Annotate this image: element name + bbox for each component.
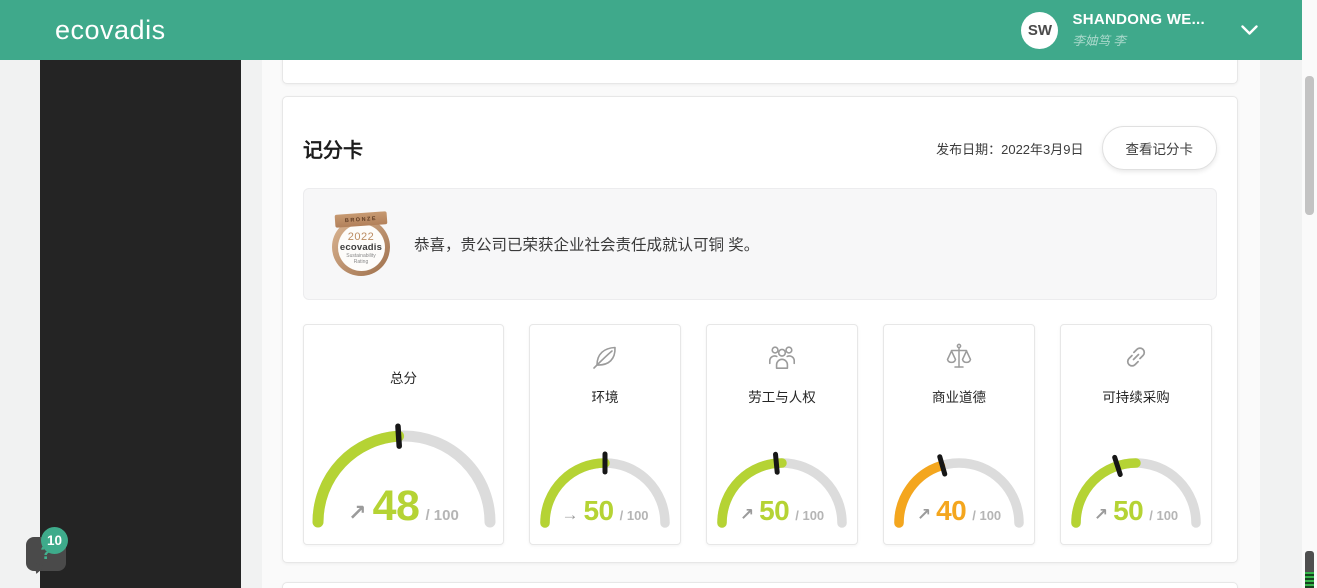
gauge-score: → 50 / 100	[530, 495, 680, 527]
trend-up-icon: ↗	[348, 500, 367, 525]
gauge-card-3: 劳工与人权 ↗ 50 / 100	[706, 324, 858, 545]
gauge-score-max: / 100	[619, 508, 649, 523]
scales-icon	[884, 339, 1034, 375]
help-notification-badge: 10	[41, 527, 68, 554]
gauge-score-value: 50	[1113, 495, 1144, 526]
people-icon	[707, 339, 857, 375]
gauge-needle	[395, 423, 402, 449]
scrollbar-thumb[interactable]	[1305, 76, 1314, 215]
publish-date: 发布日期：2022年3月9日	[936, 141, 1084, 157]
medal-tagline: Sustainability Rating	[346, 252, 376, 265]
scrollbar-track[interactable]	[1302, 0, 1317, 588]
link-icon	[1061, 339, 1211, 375]
trend-up-icon: ↗	[916, 505, 932, 524]
gauge-score-max: / 100	[972, 508, 1002, 523]
ecovadis-dashboard-page: ecovadis SW SHANDONG WE... 李妯笃 李 记分卡 发布日…	[0, 0, 1317, 588]
trend-up-icon: ↗	[739, 505, 755, 524]
scrollbar-green-stripes	[1305, 572, 1314, 588]
gauge-score-max: / 100	[795, 508, 825, 523]
previous-section-card	[282, 60, 1238, 84]
gauge-title: 劳工与人权	[748, 390, 816, 405]
gauge-score: ↗ 50 / 100	[707, 495, 857, 527]
gauge-card-2: 环境 → 50 / 100	[529, 324, 681, 545]
account-subtitle: 李妯笃 李	[1072, 34, 1126, 48]
gauge-title: 环境	[591, 390, 619, 405]
next-section-card	[282, 582, 1238, 588]
gauge-score-value: 48	[372, 482, 420, 530]
gauge-score-max: / 100	[425, 507, 459, 524]
gauge-score-value: 50	[583, 495, 614, 526]
gauge: → 50 / 100	[530, 428, 680, 528]
gauge: ↗ 48 / 100	[304, 420, 503, 532]
leaf-icon	[530, 339, 680, 375]
gauge-title: 商业道德	[932, 390, 986, 405]
account-text: SHANDONG WE... 李妯笃 李	[1072, 11, 1205, 49]
content-area: 记分卡 发布日期：2022年3月9日 查看记分卡 BRONZE 2022 eco…	[262, 60, 1260, 588]
page-title: 记分卡	[303, 139, 363, 162]
view-scorecard-button[interactable]: 查看记分卡	[1101, 126, 1217, 170]
award-banner: BRONZE 2022 ecovadis Sustainability Rati…	[303, 188, 1217, 300]
top-navbar: ecovadis SW SHANDONG WE... 李妯笃 李	[0, 0, 1302, 60]
trend-flat-icon: →	[561, 505, 579, 524]
ecovadis-logo[interactable]: ecovadis	[55, 15, 166, 46]
gauge-title: 可持续采购	[1102, 390, 1170, 405]
scorecard-card: 记分卡 发布日期：2022年3月9日 查看记分卡 BRONZE 2022 eco…	[282, 96, 1238, 563]
gauge-score-value: 40	[936, 495, 967, 526]
sidebar	[40, 60, 241, 588]
scorecard-header-right: 发布日期：2022年3月9日 查看记分卡	[936, 126, 1217, 170]
gauge-card-5: 可持续采购 ↗ 50 / 100	[1060, 324, 1212, 545]
gauge-needle	[937, 454, 948, 477]
avatar: SW	[1021, 11, 1059, 49]
gauge: ↗ 40 / 100	[884, 428, 1034, 528]
gauge-needle	[773, 451, 780, 475]
account-name: SHANDONG WE...	[1072, 11, 1205, 28]
award-banner-text: 恭喜，贵公司已荣获企业社会责任成就认可铜 奖。	[414, 237, 760, 254]
gauge-needle	[1112, 454, 1123, 477]
medal-brand: ecovadis	[339, 241, 383, 253]
chevron-down-icon	[1241, 25, 1258, 35]
gauge-score: ↗ 50 / 100	[1061, 495, 1211, 527]
gauge: ↗ 50 / 100	[1061, 428, 1211, 528]
account-dropdown[interactable]: SW SHANDONG WE... 李妯笃 李	[1021, 11, 1258, 49]
trend-up-icon: ↗	[1093, 505, 1109, 524]
bronze-medal: BRONZE 2022 ecovadis Sustainability Rati…	[328, 211, 394, 276]
gauge-score: ↗ 40 / 100	[884, 495, 1034, 527]
gauge-card-1: 总分 ↗ 48 / 100	[303, 324, 504, 545]
gauge: ↗ 50 / 100	[707, 428, 857, 528]
gauge-score: ↗ 48 / 100	[304, 482, 503, 531]
gauge-score-max: / 100	[1149, 508, 1179, 523]
gauge-row: 总分 ↗ 48/ 100 环境 → 50/ 100 劳工与人权 ↗ 50/ 100 商业道德 ↗ 40…	[303, 324, 1217, 545]
gauge-score-value: 50	[759, 495, 790, 526]
gauge-card-4: 商业道德 ↗ 40 / 100	[883, 324, 1035, 545]
scorecard-header: 记分卡 发布日期：2022年3月9日 查看记分卡	[303, 126, 1217, 170]
medal-inner: 2022 ecovadis Sustainability Rating	[337, 223, 385, 271]
gauge-title: 总分	[390, 371, 417, 386]
